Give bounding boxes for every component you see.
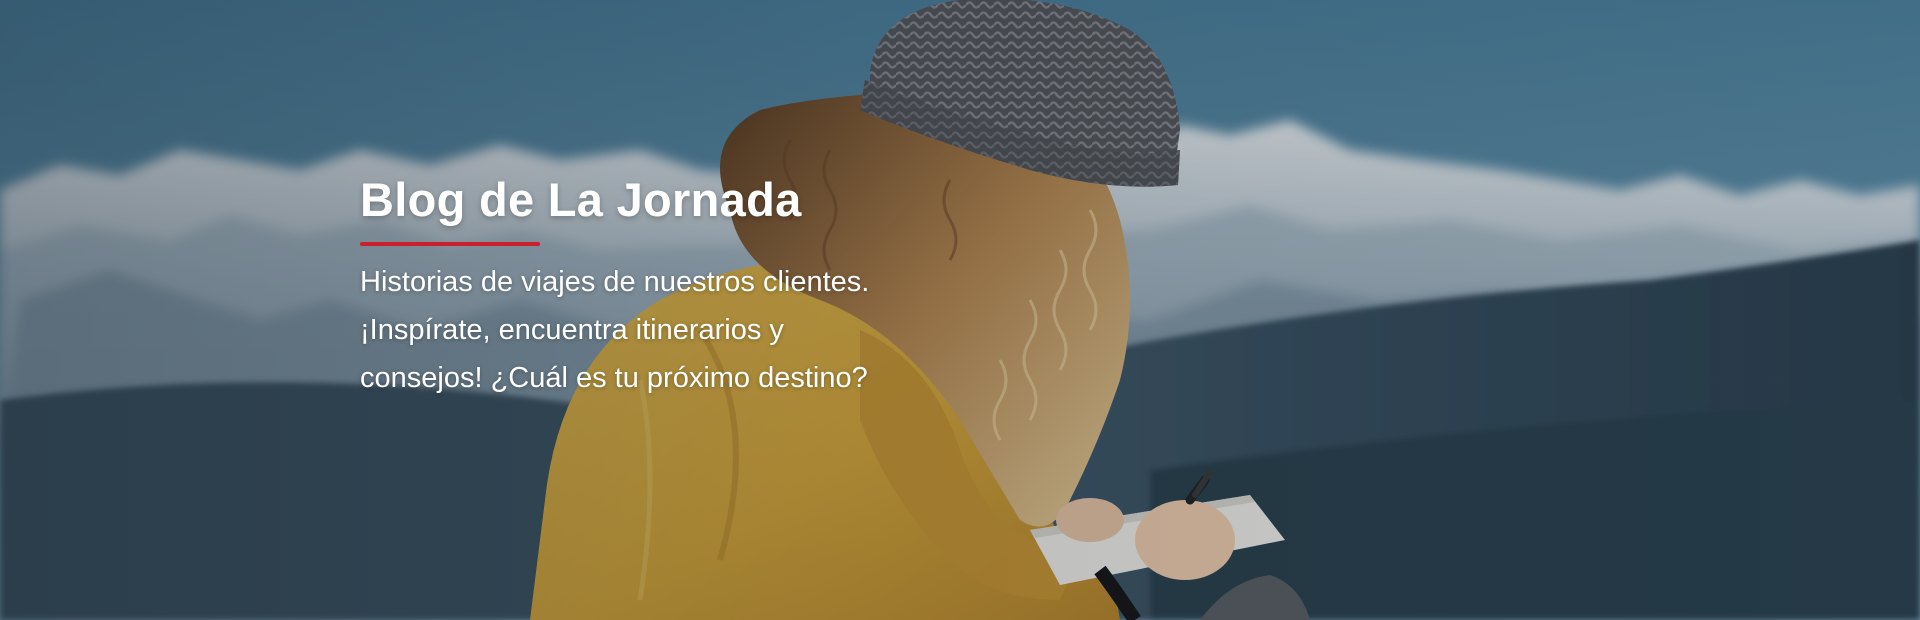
hero-description: Historias de viajes de nuestros clientes… (360, 266, 870, 394)
title-underline (360, 242, 540, 246)
hero-overlay (0, 0, 1920, 620)
page-title: Blog de La Jornada (360, 173, 802, 226)
hero-content: Blog de La Jornada Historias de viajes d… (360, 172, 920, 402)
blog-hero-banner: Blog de La Jornada Historias de viajes d… (0, 0, 1920, 620)
